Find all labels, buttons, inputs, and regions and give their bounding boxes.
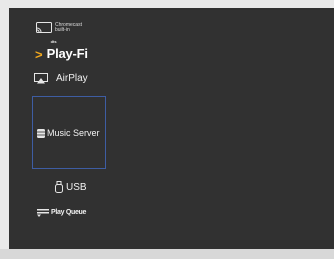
usb-label: USB	[66, 181, 87, 193]
sidebar-item-music-server[interactable]: Music Server	[32, 96, 106, 169]
play-queue-label: Play Queue	[51, 209, 87, 216]
dts-brand: dts	[50, 39, 57, 44]
usb-icon	[55, 181, 63, 193]
airplay-icon	[34, 73, 48, 84]
sidebar-item-usb[interactable]: USB	[55, 181, 87, 193]
bottom-frame	[0, 249, 334, 259]
music-server-label: Music Server	[47, 128, 100, 138]
playfi-label: Play-Fi	[46, 46, 88, 61]
chevron-right-icon: >	[35, 46, 43, 62]
app-screen: Chromecast built-in > dts Play-Fi AirPla…	[9, 8, 334, 249]
sidebar-item-play-queue[interactable]: Play Queue	[37, 208, 86, 217]
source-sidebar: Chromecast built-in > dts Play-Fi AirPla…	[9, 8, 119, 249]
sidebar-item-chromecast[interactable]: Chromecast built-in	[36, 22, 82, 33]
sidebar-item-airplay[interactable]: AirPlay	[34, 73, 88, 84]
cast-icon	[36, 22, 52, 33]
airplay-label: AirPlay	[56, 73, 88, 84]
sidebar-item-playfi[interactable]: > dts Play-Fi	[35, 39, 88, 63]
database-icon	[37, 128, 45, 138]
queue-list-icon	[37, 209, 49, 217]
chromecast-sublabel: built-in	[55, 26, 70, 33]
